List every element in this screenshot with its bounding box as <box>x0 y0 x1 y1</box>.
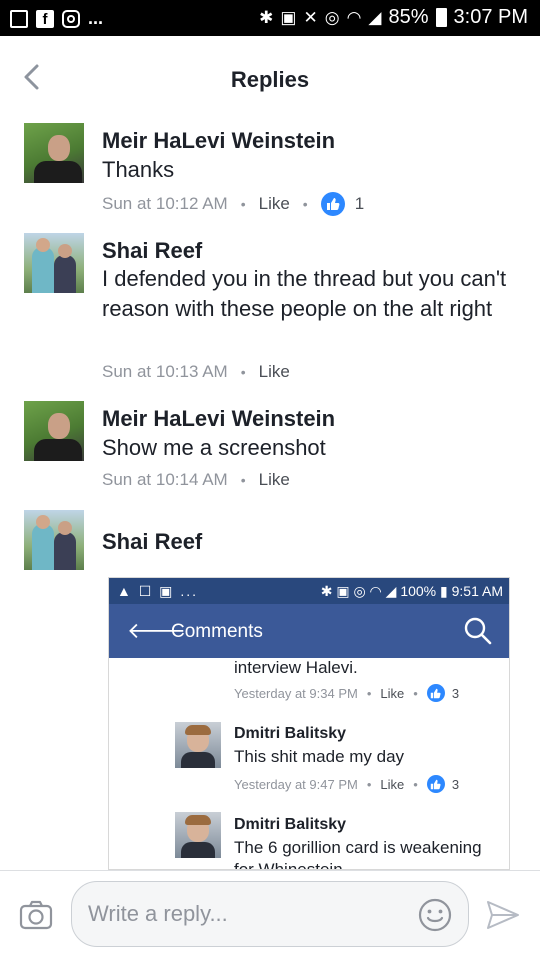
comment-time[interactable]: Sun at 10:14 AM <box>102 470 228 490</box>
system-icons: ✱ ▣ ✕ ◎ ◠ ◢ 85% 3:07 PM <box>259 6 528 29</box>
screenshot-clock: 9:51 AM <box>451 583 503 599</box>
reply-composer <box>0 870 540 960</box>
like-reaction-icon[interactable] <box>320 192 345 216</box>
comment-text: Thanks <box>102 157 175 182</box>
wifi-icon: ◠ <box>346 7 362 27</box>
screenshot-comment-text: The 6 gorillion card is weakening <box>234 838 482 857</box>
screenshot-title: Comments <box>171 621 263 642</box>
instagram-notification-icon <box>62 9 80 28</box>
avatar[interactable] <box>24 401 84 461</box>
comment-meta: Sun at 10:12 AM • Like • 1 <box>102 192 364 216</box>
screenshot-comments-header: 🡐 Comments <box>109 604 509 658</box>
avatar[interactable] <box>24 123 84 183</box>
screenshot-battery: 100% <box>400 583 437 599</box>
screenshot-comment-text-cut: for Whinestein <box>234 860 343 870</box>
alarm-icon: ◎ <box>324 7 340 27</box>
camera-icon[interactable] <box>19 898 53 932</box>
comment-time[interactable]: Sun at 10:13 AM <box>102 362 228 382</box>
screenshot-comment-meta: Yesterday at 9:47 PM • Like • 3 <box>234 775 460 793</box>
screenshot-avatar <box>175 812 221 858</box>
screenshot-like-icon <box>426 775 445 793</box>
comment-author[interactable]: Shai Reef <box>102 529 202 555</box>
like-button[interactable]: Like <box>259 362 290 382</box>
gallery-notification-icon <box>10 9 28 28</box>
screenshot-status-bar: ▲ ☐ ▣ ... ✱ ▣ ◎ ◠ ◢ 100% ▮ 9:51 AM <box>109 578 509 604</box>
screenshot-comment-text: interview Halevi. <box>234 658 358 677</box>
send-icon[interactable] <box>485 898 521 932</box>
screenshot-comment-meta: Yesterday at 9:34 PM • Like • 3 <box>234 684 460 702</box>
screenshot-comment-author: Dmitri Balitsky <box>234 816 347 833</box>
reply-input[interactable] <box>71 881 469 947</box>
comment-text: I defended you in the thread but you can… <box>102 266 507 321</box>
more-notifications-icon: ... <box>88 8 104 28</box>
comment-author[interactable]: Shai Reef <box>102 238 202 264</box>
replies-header: Replies <box>0 36 540 118</box>
battery-percent: 85% <box>388 6 429 28</box>
notification-icons: f ... <box>10 8 103 29</box>
comment-meta: Sun at 10:13 AM • Like <box>102 362 290 382</box>
screenshot-like-icon <box>426 684 445 702</box>
comment-time[interactable]: Sun at 10:12 AM <box>102 194 228 214</box>
clock: 3:07 PM <box>453 6 528 28</box>
comment-meta: Sun at 10:14 AM • Like <box>102 470 290 490</box>
attached-screenshot[interactable]: ▲ ☐ ▣ ... ✱ ▣ ◎ ◠ ◢ 100% ▮ 9:51 AM 🡐 Com… <box>108 577 510 870</box>
avatar[interactable] <box>24 510 84 570</box>
bluetooth-icon: ✱ <box>259 7 274 27</box>
facebook-notification-icon: f <box>36 9 54 28</box>
comment-text: Show me a screenshot <box>102 435 326 460</box>
nfc-icon: ▣ <box>280 7 297 27</box>
screenshot-comment-text: This shit made my day <box>234 747 405 766</box>
avatar[interactable] <box>24 233 84 293</box>
like-button[interactable]: Like <box>259 194 290 214</box>
battery-icon <box>435 8 447 27</box>
page-title: Replies <box>230 67 310 92</box>
comment-author[interactable]: Meir HaLevi Weinstein <box>102 406 335 432</box>
signal-icon: ◢ <box>368 7 382 27</box>
screenshot-comment-list: interview Halevi. Yesterday at 9:34 PM •… <box>109 658 509 870</box>
screenshot-comment-author: Dmitri Balitsky <box>234 725 347 742</box>
mute-icon: ✕ <box>303 7 318 27</box>
status-bar: f ... ✱ ▣ ✕ ◎ ◠ ◢ 85% 3:07 PM <box>0 0 540 36</box>
screenshot-search-icon <box>464 617 492 645</box>
reaction-count[interactable]: 1 <box>355 194 364 214</box>
emoji-icon[interactable] <box>417 897 453 933</box>
like-button[interactable]: Like <box>259 470 290 490</box>
screenshot-avatar <box>175 722 221 768</box>
comment-author[interactable]: Meir HaLevi Weinstein <box>102 128 335 154</box>
